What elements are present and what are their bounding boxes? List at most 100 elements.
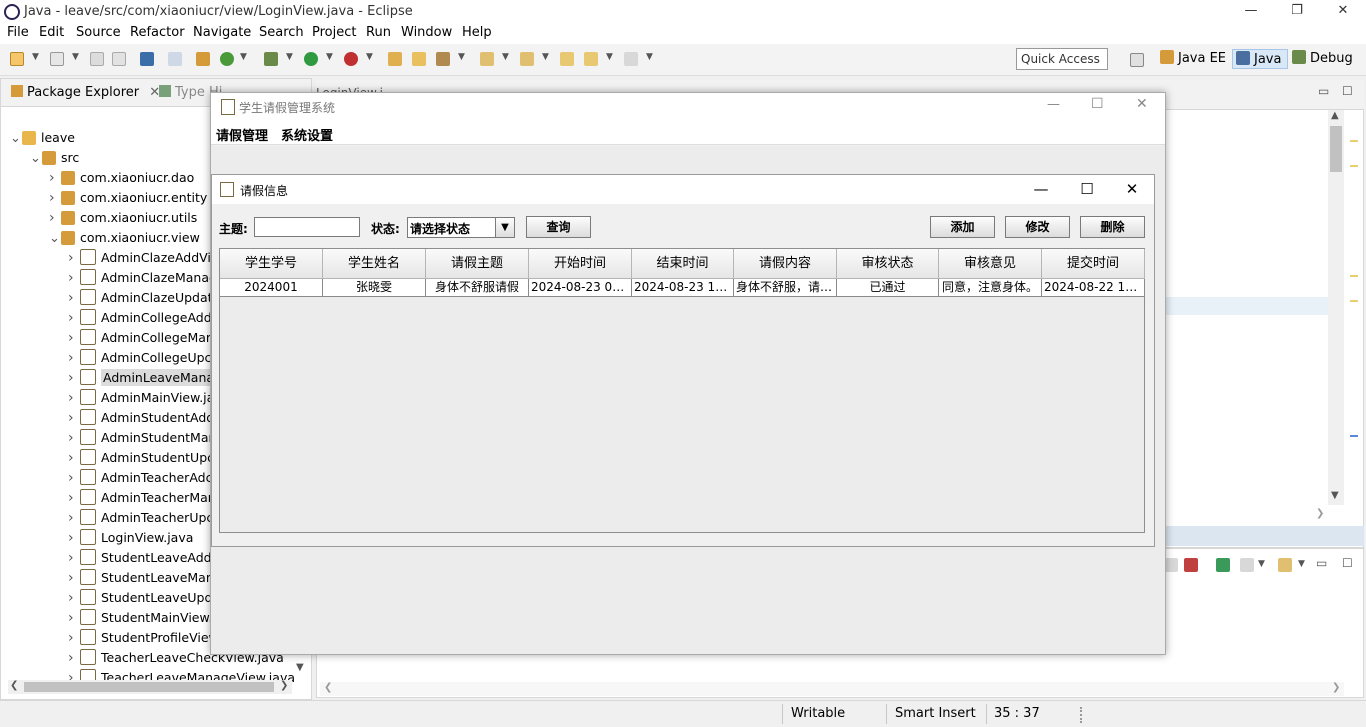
tree-item[interactable]: › com.xiaoniucr.utils <box>49 208 197 228</box>
scroll-right-icon[interactable]: ❯ <box>280 680 288 691</box>
scroll-left-icon[interactable]: ❮ <box>10 680 18 691</box>
chevron-right-icon[interactable]: › <box>68 368 80 388</box>
tree-item[interactable]: › AdminCollegeAdd <box>68 308 212 328</box>
close-icon[interactable]: ✕ <box>1136 96 1148 112</box>
tree-item[interactable]: › AdminTeacherUpc <box>68 508 213 528</box>
annotation-marker[interactable] <box>1350 275 1358 277</box>
next-annotation-dropdown-icon[interactable]: ▼ <box>502 52 509 62</box>
scroll-down-icon[interactable]: ▼ <box>296 662 304 673</box>
external-tools-dropdown-icon[interactable]: ▼ <box>366 52 373 62</box>
chevron-right-icon[interactable]: › <box>68 508 80 528</box>
table-cell[interactable]: 2024-08-23 09:00 <box>529 279 632 297</box>
chevron-right-icon[interactable]: › <box>68 608 80 628</box>
lower-panel-hscroll[interactable]: ❮ ❯ <box>320 682 1344 696</box>
save-icon[interactable] <box>90 52 104 66</box>
tree-item[interactable]: ⌄ src <box>30 148 79 168</box>
annotation-marker[interactable] <box>1350 435 1358 437</box>
debug-dropdown-icon[interactable]: ▼ <box>286 52 293 62</box>
table-cell[interactable]: 张晓雯 <box>323 279 426 297</box>
back-icon[interactable] <box>584 52 598 66</box>
scroll-left-icon[interactable]: ❮ <box>324 682 332 693</box>
annotation-marker[interactable] <box>1350 300 1358 302</box>
menu-search[interactable]: Search <box>259 25 304 40</box>
tree-item[interactable]: › StudentMainView. <box>68 608 213 628</box>
table-cell[interactable]: 2024-08-22 15:00 <box>1042 279 1145 297</box>
new-package-icon[interactable] <box>50 52 64 66</box>
debug-icon[interactable] <box>264 52 278 66</box>
console-icon[interactable] <box>140 52 154 66</box>
tree-item[interactable]: › AdminClazeAddVi <box>68 248 211 268</box>
leave-table[interactable]: 学生学号 学生姓名 请假主题 开始时间 结束时间 请假内容 审核状态 审核意见 提交时间 202… <box>219 248 1145 533</box>
minimize-button[interactable]: — <box>1228 0 1274 24</box>
pencil-icon[interactable] <box>436 52 450 66</box>
chevron-right-icon[interactable]: › <box>68 348 80 368</box>
run-icon[interactable] <box>304 52 318 66</box>
forward-dropdown-icon[interactable]: ▼ <box>646 52 653 62</box>
chevron-right-icon[interactable]: › <box>49 208 61 228</box>
tree-item[interactable]: › AdminMainView.ja <box>68 388 214 408</box>
skip-breakpoints-icon[interactable] <box>168 52 182 66</box>
pin-console-icon[interactable] <box>1216 558 1230 572</box>
back-dropdown-icon[interactable]: ▼ <box>606 52 613 62</box>
annotation-marker[interactable] <box>1350 165 1358 167</box>
menu-edit[interactable]: Edit <box>39 25 64 40</box>
maximize-icon[interactable]: ☐ <box>1064 175 1110 204</box>
column-header[interactable]: 学生姓名 <box>323 249 426 279</box>
menu-run[interactable]: Run <box>366 25 391 40</box>
tree-item[interactable]: › com.xiaoniucr.dao <box>49 168 194 188</box>
save-all-icon[interactable] <box>112 52 126 66</box>
next-annotation-icon[interactable] <box>480 52 494 66</box>
editor-scroll-thumb[interactable] <box>1330 126 1342 172</box>
annotation-marker[interactable] <box>1350 140 1358 142</box>
tree-item[interactable]: › StudentProfileView <box>68 628 219 648</box>
tree-item[interactable]: › AdminClazeUpdat <box>68 288 213 308</box>
table-cell[interactable]: 同意，注意身体。 <box>939 279 1042 297</box>
menu-system-settings[interactable]: 系统设置 <box>281 125 333 144</box>
scroll-thumb[interactable] <box>24 682 274 692</box>
add-button[interactable]: 添加 <box>930 216 995 238</box>
close-button[interactable]: ✕ <box>1320 0 1366 24</box>
tree-item[interactable]: › AdminClazeManag <box>68 268 217 288</box>
column-header[interactable]: 请假内容 <box>734 249 837 279</box>
perspective-debug[interactable]: Debug <box>1292 50 1353 66</box>
tree-item[interactable]: › StudentLeaveAdd\ <box>68 548 216 568</box>
tree-item[interactable]: › AdminStudentMar <box>68 428 214 448</box>
tree-item[interactable]: › AdminTeacherMar <box>68 488 213 508</box>
chevron-down-icon[interactable]: ▼ <box>495 218 514 237</box>
new-icon[interactable] <box>10 52 24 66</box>
table-cell[interactable]: 2024-08-23 18:00 <box>632 279 734 297</box>
tree-item[interactable]: › AdminStudentAdd <box>68 408 214 428</box>
menu-window[interactable]: Window <box>401 25 452 40</box>
prev-annotation-dropdown-icon[interactable]: ▼ <box>542 52 549 62</box>
run-dropdown-icon[interactable]: ▼ <box>326 52 333 62</box>
display-console-icon[interactable] <box>1240 558 1254 572</box>
scroll-right-icon[interactable]: ❯ <box>1332 682 1340 693</box>
overview-ruler[interactable] <box>1346 110 1362 510</box>
remove-launch-icon[interactable] <box>1184 558 1198 572</box>
chevron-down-icon[interactable]: ⌄ <box>10 129 22 149</box>
chevron-right-icon[interactable]: › <box>68 468 80 488</box>
open-folder-icon[interactable] <box>388 52 402 66</box>
chevron-right-icon[interactable]: › <box>68 268 80 288</box>
open-console-dropdown-icon[interactable]: ▼ <box>1298 559 1305 569</box>
query-button[interactable]: 查询 <box>526 216 591 238</box>
chevron-right-icon[interactable]: › <box>68 428 80 448</box>
chevron-right-icon[interactable]: › <box>68 288 80 308</box>
maximize-panel-icon[interactable]: ☐ <box>1342 556 1353 570</box>
tree-item[interactable]: › AdminCollegeMar <box>68 328 211 348</box>
chevron-right-icon[interactable]: › <box>68 568 80 588</box>
refresh-dropdown-icon[interactable]: ▼ <box>240 52 247 62</box>
minimize-icon[interactable]: — <box>1018 175 1064 204</box>
menu-file[interactable]: File <box>7 25 29 40</box>
column-header[interactable]: 开始时间 <box>529 249 632 279</box>
status-select[interactable]: 请选择状态 ▼ <box>407 217 515 238</box>
chevron-right-icon[interactable]: › <box>68 528 80 548</box>
chevron-right-icon[interactable]: › <box>68 488 80 508</box>
column-header[interactable]: 请假主题 <box>426 249 529 279</box>
tree-item[interactable]: › AdminCollegeUpc <box>68 348 211 368</box>
chevron-right-icon[interactable]: › <box>49 168 61 188</box>
delete-button[interactable]: 删除 <box>1080 216 1145 238</box>
tree-item[interactable]: › StudentLeaveMan <box>68 568 214 588</box>
chevron-right-icon[interactable]: › <box>49 188 61 208</box>
restore-button[interactable]: ❐ <box>1274 0 1320 24</box>
